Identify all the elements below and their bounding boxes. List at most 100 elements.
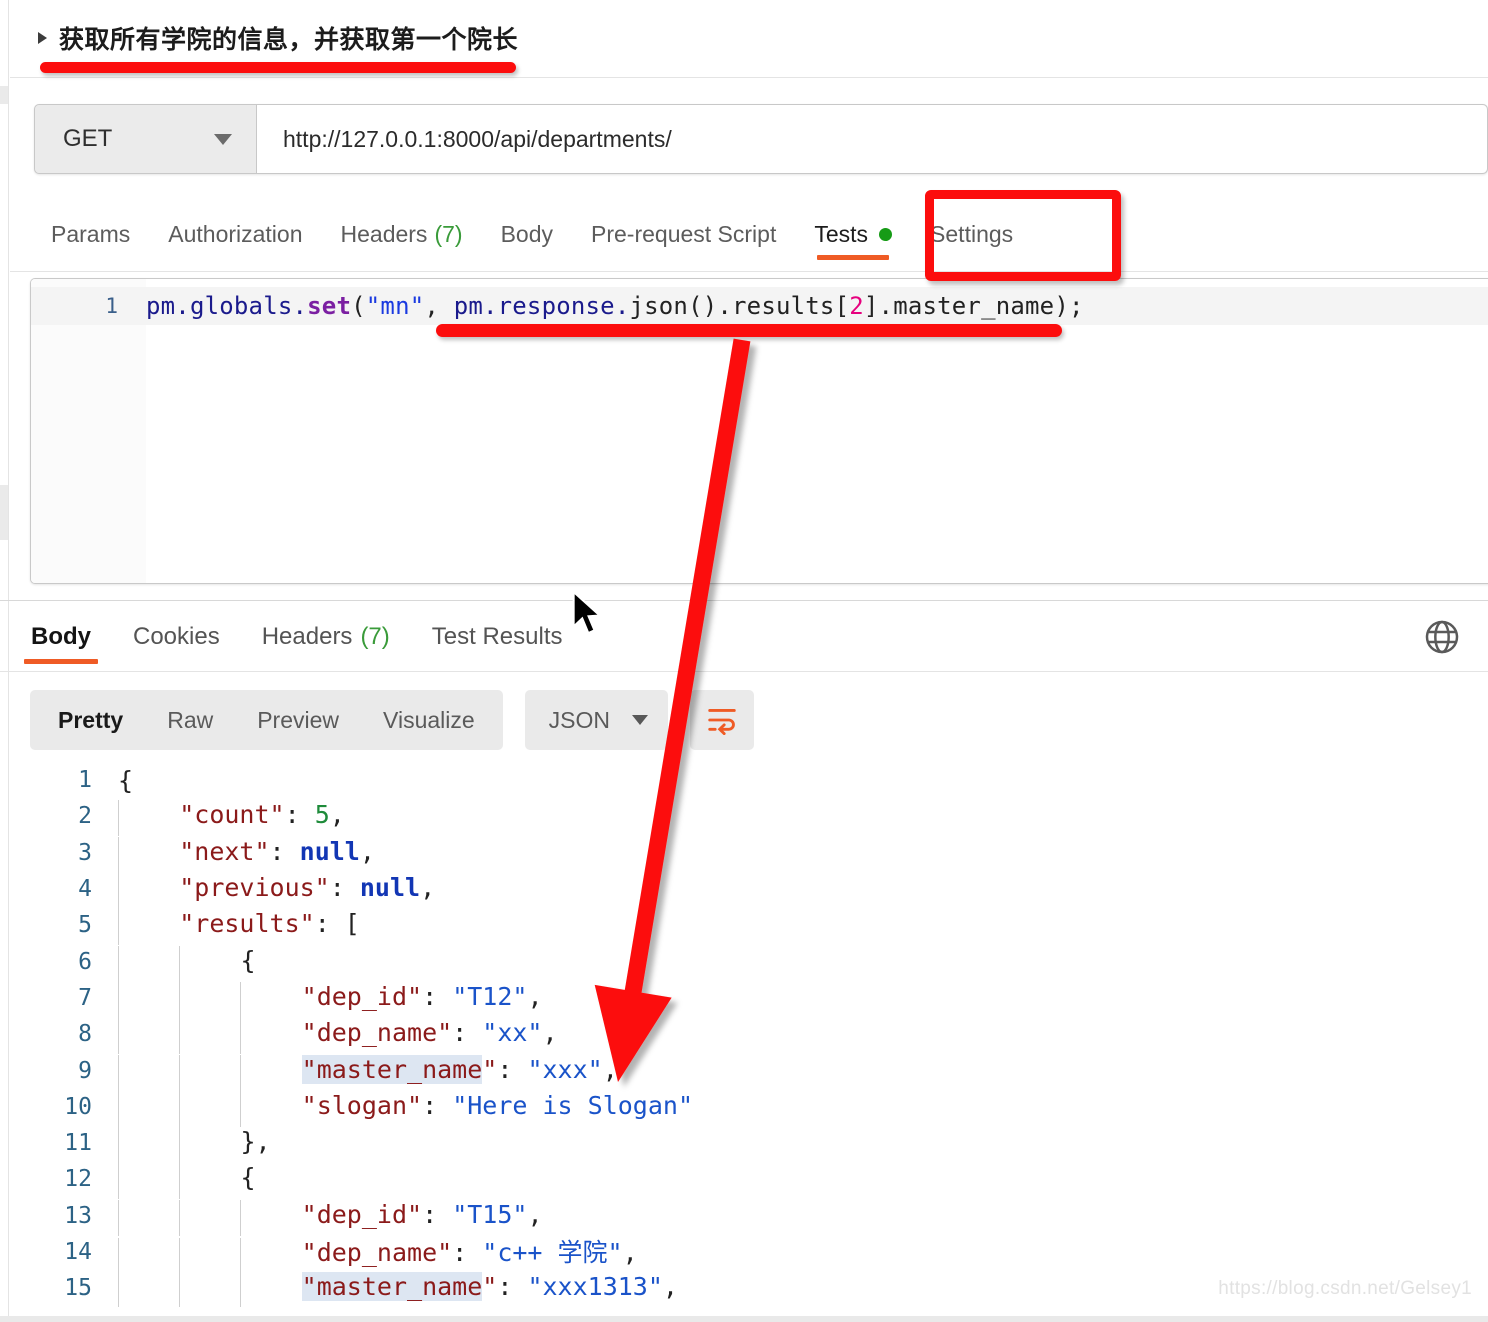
json-line-number: 15 xyxy=(64,1275,92,1302)
indent-guide xyxy=(118,800,119,837)
json-line-content: "results": [ xyxy=(118,907,360,946)
globe-icon[interactable] xyxy=(1422,617,1462,657)
triangle-right-icon[interactable] xyxy=(38,32,47,44)
response-format-toolbar: Pretty Raw Preview Visualize JSON xyxy=(30,690,755,750)
response-view-group: Pretty Raw Preview Visualize xyxy=(30,690,503,750)
request-tab-params[interactable]: Params xyxy=(32,196,149,272)
json-token: null xyxy=(359,873,421,903)
tab-label: Headers xyxy=(261,623,353,650)
json-token: , xyxy=(329,800,345,830)
json-token: " xyxy=(482,1054,498,1084)
json-line-number: 1 xyxy=(78,767,92,794)
url-text: http://127.0.0.1:8000/api/departments/ xyxy=(283,125,672,152)
json-token: , xyxy=(359,836,375,866)
tab-count: (7) xyxy=(434,220,463,247)
json-token: , xyxy=(527,1199,543,1229)
url-input[interactable]: http://127.0.0.1:8000/api/departments/ xyxy=(257,105,1487,173)
json-line-number: 4 xyxy=(78,876,92,903)
json-line-number: 10 xyxy=(64,1093,92,1120)
json-line: 9 "master_name": "xxx", xyxy=(0,1052,1488,1091)
json-line-number: 9 xyxy=(78,1057,92,1084)
json-token: : xyxy=(422,1090,453,1120)
json-token: "Here is Slogan" xyxy=(452,1090,694,1120)
json-token: "xxx1313" xyxy=(527,1272,663,1302)
json-token: "dep_id" xyxy=(301,1199,423,1229)
response-tab-cookies[interactable]: Cookies xyxy=(112,601,241,673)
response-view-raw[interactable]: Raw xyxy=(145,690,235,750)
indent-guide xyxy=(118,981,119,1018)
indent-guide xyxy=(118,873,119,910)
json-line-content: { xyxy=(118,1161,256,1200)
annotation-underline-title xyxy=(40,62,516,73)
json-line-content: "count": 5, xyxy=(118,798,345,837)
response-tab-headers[interactable]: Headers (7) xyxy=(241,601,411,673)
http-method-label: GET xyxy=(63,125,113,152)
indent-guide xyxy=(240,981,242,1018)
response-body-json[interactable]: 1{2 "count": 5, 3 "next": null, 4 "previou… xyxy=(0,762,1488,1307)
indent-guide xyxy=(240,1272,242,1307)
json-token: 5 xyxy=(314,800,330,830)
response-view-preview[interactable]: Preview xyxy=(235,690,361,750)
chevron-down-icon xyxy=(632,715,649,725)
json-line: 1{ xyxy=(0,762,1488,798)
json-line: 8 "dep_name": "xx", xyxy=(0,1016,1488,1055)
json-line-content: { xyxy=(118,766,133,795)
json-line-content: "next": null, xyxy=(118,835,375,873)
json-token: , xyxy=(662,1272,678,1302)
indent-guide xyxy=(179,945,181,982)
json-token: : xyxy=(422,981,453,1011)
tab-active-underline xyxy=(817,255,890,260)
request-tab-settings[interactable]: Settings xyxy=(911,196,1032,272)
json-token: : xyxy=(497,1054,528,1084)
json-token: : xyxy=(497,1272,528,1302)
json-line-content: "previous": null, xyxy=(118,871,435,910)
word-wrap-icon[interactable] xyxy=(690,690,755,750)
json-token: " xyxy=(482,1272,498,1302)
response-view-visualize[interactable]: Visualize xyxy=(361,690,497,750)
request-tab-headers[interactable]: Headers (7) xyxy=(322,196,482,272)
code-token: pm.globals. xyxy=(146,292,308,320)
json-line-number: 12 xyxy=(64,1166,92,1193)
response-language-select[interactable]: JSON xyxy=(524,690,669,750)
indent-guide xyxy=(118,1237,119,1274)
indent-guide xyxy=(118,1163,119,1200)
http-method-select[interactable]: GET xyxy=(35,105,257,173)
request-tab-authorization[interactable]: Authorization xyxy=(149,196,321,272)
watermark: https://blog.csdn.net/Gelsey1 xyxy=(1218,1278,1472,1299)
response-tab-body[interactable]: Body xyxy=(10,601,112,673)
request-tab-body[interactable]: Body xyxy=(482,196,572,272)
mouse-pointer-icon xyxy=(572,592,603,635)
json-line: 13 "dep_id": "T15", xyxy=(0,1198,1488,1236)
indent-guide xyxy=(179,1199,181,1236)
tab-label: Authorization xyxy=(168,220,303,247)
response-view-pretty[interactable]: Pretty xyxy=(36,690,145,750)
json-line: 12 { xyxy=(0,1161,1488,1200)
json-token: , xyxy=(602,1054,618,1084)
response-tab-test-results[interactable]: Test Results xyxy=(411,601,584,673)
request-tab-tests[interactable]: Tests xyxy=(795,196,911,272)
indent-guide xyxy=(118,1199,119,1236)
tab-label: Tests xyxy=(814,220,869,247)
indent-guide xyxy=(118,836,119,873)
tab-active-underline xyxy=(24,659,98,664)
json-token: "master_name xyxy=(301,1054,483,1084)
json-token: , xyxy=(622,1237,638,1267)
tab-label: Headers xyxy=(340,220,428,247)
indent-guide xyxy=(179,1272,181,1307)
indent-guide xyxy=(240,1199,242,1236)
request-tab-pre-request-script[interactable]: Pre-request Script xyxy=(572,196,795,272)
json-line: 6 { xyxy=(0,943,1488,982)
